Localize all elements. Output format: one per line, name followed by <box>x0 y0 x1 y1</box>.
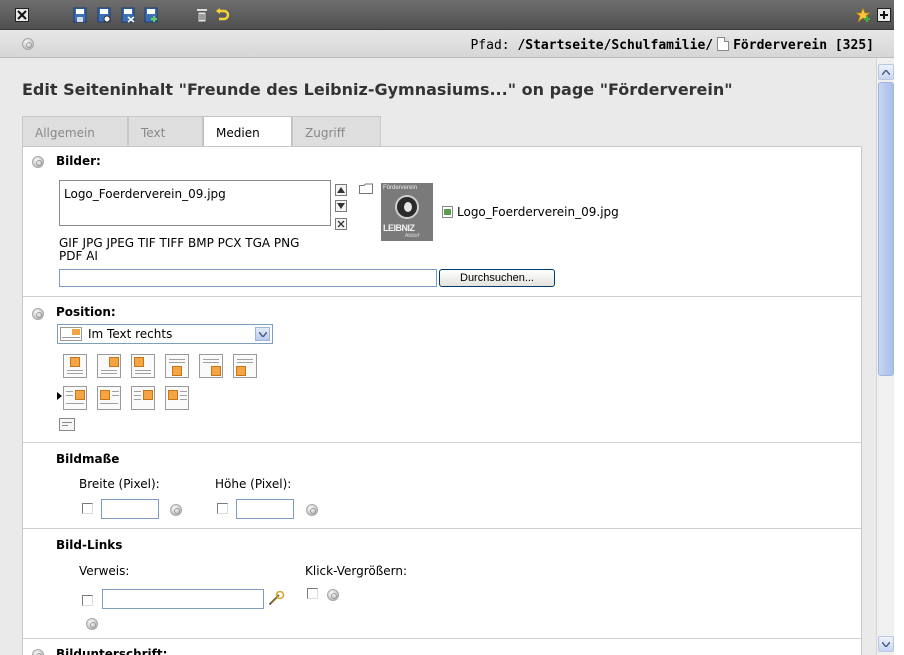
undo-icon[interactable] <box>214 7 230 23</box>
allowed-types-line2: PDF AI <box>59 249 98 263</box>
toolbar <box>0 0 904 30</box>
delete-icon[interactable] <box>194 7 210 23</box>
image-file-icon <box>442 206 453 221</box>
vertical-scrollbar[interactable] <box>876 58 894 655</box>
save-icon[interactable] <box>72 7 88 23</box>
logo-top-text: Förderverein <box>383 185 418 191</box>
position-below-right-icon[interactable] <box>199 354 223 378</box>
path-current-page[interactable]: Förderverein [325] <box>733 38 874 53</box>
save-close-icon[interactable] <box>120 7 136 23</box>
path-bar: Pfad: /Startseite/Schulfamilie/Förderver… <box>0 30 904 58</box>
help-icon[interactable] <box>86 618 98 630</box>
page-icon <box>717 37 730 51</box>
content-area: Edit Seiteninhalt "Freunde des Leibniz-G… <box>0 58 876 655</box>
page-title: Edit Seiteninhalt "Freunde des Leibniz-G… <box>22 80 733 99</box>
link-wizard-icon[interactable] <box>268 590 285 608</box>
selected-indicator-icon <box>57 392 62 400</box>
close-icon[interactable] <box>14 7 30 23</box>
help-icon[interactable] <box>32 308 44 320</box>
position-beside-right-icon[interactable] <box>131 386 155 410</box>
media-form: Bilder: Logo_Foerderverein_09.jpg Förder… <box>22 146 862 655</box>
remove-button[interactable] <box>335 218 347 230</box>
portrait-icon <box>395 195 419 219</box>
section-bild-links: Bild-Links Verweis: Klick-Vergrößern: <box>23 529 861 639</box>
chevron-down-icon[interactable] <box>255 327 270 341</box>
link-label: Verweis: <box>79 564 130 578</box>
tab-text[interactable]: Text <box>128 116 203 146</box>
zoom-label: Klick-Vergrößern: <box>305 564 408 578</box>
section-title: Bildunterschrift: <box>56 647 168 655</box>
help-icon[interactable] <box>32 649 44 655</box>
height-checkbox[interactable] <box>217 503 228 514</box>
move-up-button[interactable] <box>335 184 347 196</box>
scroll-up-button[interactable] <box>878 64 894 80</box>
help-icon[interactable] <box>306 504 318 516</box>
layout-options-icon[interactable] <box>59 418 75 431</box>
path-breadcrumb[interactable]: /Startseite/Schulfamilie/ <box>517 38 713 53</box>
browse-button[interactable]: Durchsuchen... <box>439 269 555 287</box>
section-bildunterschrift: Bildunterschrift: <box>23 639 861 655</box>
link-checkbox[interactable] <box>82 595 93 606</box>
save-view-icon[interactable] <box>96 7 112 23</box>
position-above-right-icon[interactable] <box>63 354 87 378</box>
height-input[interactable] <box>236 499 294 519</box>
section-title: Position: <box>56 305 116 319</box>
position-select[interactable]: Im Text rechts <box>57 324 273 344</box>
tab-medien[interactable]: Medien <box>203 116 292 147</box>
position-below-left-icon[interactable] <box>233 354 257 378</box>
section-position: Position: Im Text rechts <box>23 297 861 443</box>
link-input[interactable] <box>102 589 264 609</box>
section-title: Bildmaße <box>56 452 120 466</box>
tab-zugriff[interactable]: Zugriff <box>292 116 381 146</box>
help-icon[interactable] <box>32 156 44 168</box>
window-edge <box>894 0 904 655</box>
image-filename-label: Logo_Foerderverein_09.jpg <box>457 205 619 219</box>
section-title: Bilder: <box>56 154 101 168</box>
tab-allgemein[interactable]: Allgemein <box>22 116 128 146</box>
image-file-list[interactable]: Logo_Foerderverein_09.jpg <box>59 180 331 226</box>
zoom-checkbox[interactable] <box>307 588 318 599</box>
scroll-down-button[interactable] <box>878 636 894 652</box>
page-path: Pfad: /Startseite/Schulfamilie/Förderver… <box>470 37 874 53</box>
position-in-text-right-icon[interactable] <box>63 386 87 410</box>
position-above-center-icon[interactable] <box>97 354 121 378</box>
file-upload-input[interactable] <box>59 269 437 287</box>
shortcut-icon[interactable] <box>855 7 871 23</box>
help-icon[interactable] <box>170 504 182 516</box>
open-new-window-icon[interactable] <box>876 7 892 23</box>
position-below-center-icon[interactable] <box>165 354 189 378</box>
section-title: Bild-Links <box>56 538 123 552</box>
width-label: Breite (Pixel): <box>79 477 160 491</box>
position-preview-icon <box>60 327 82 341</box>
help-icon[interactable] <box>327 589 339 601</box>
logo-bottom-text: LEIBNIZ <box>383 223 415 233</box>
help-icon[interactable] <box>22 38 34 50</box>
logo-sub-text: Altdorf <box>405 233 420 239</box>
image-filename[interactable]: Logo_Foerderverein_09.jpg <box>64 187 226 201</box>
folder-icon[interactable] <box>359 183 373 197</box>
path-label: Pfad: <box>470 38 510 53</box>
allowed-types-line1: GIF JPG JPEG TIF TIFF BMP PCX TGA PNG <box>59 236 300 250</box>
height-label: Höhe (Pixel): <box>215 477 292 491</box>
position-in-text-left-icon[interactable] <box>97 386 121 410</box>
section-bilder: Bilder: Logo_Foerderverein_09.jpg Förder… <box>23 147 861 297</box>
position-above-left-icon[interactable] <box>131 354 155 378</box>
section-bildmasse: Bildmaße Breite (Pixel): Höhe (Pixel): <box>23 443 861 529</box>
width-checkbox[interactable] <box>82 503 93 514</box>
position-selected-value: Im Text rechts <box>88 327 173 341</box>
scroll-thumb[interactable] <box>878 82 894 376</box>
width-input[interactable] <box>101 499 159 519</box>
save-new-icon[interactable] <box>143 7 159 23</box>
move-down-button[interactable] <box>335 200 347 212</box>
position-beside-left-icon[interactable] <box>165 386 189 410</box>
image-thumbnail[interactable]: Förderverein LEIBNIZ Altdorf <box>381 183 433 241</box>
